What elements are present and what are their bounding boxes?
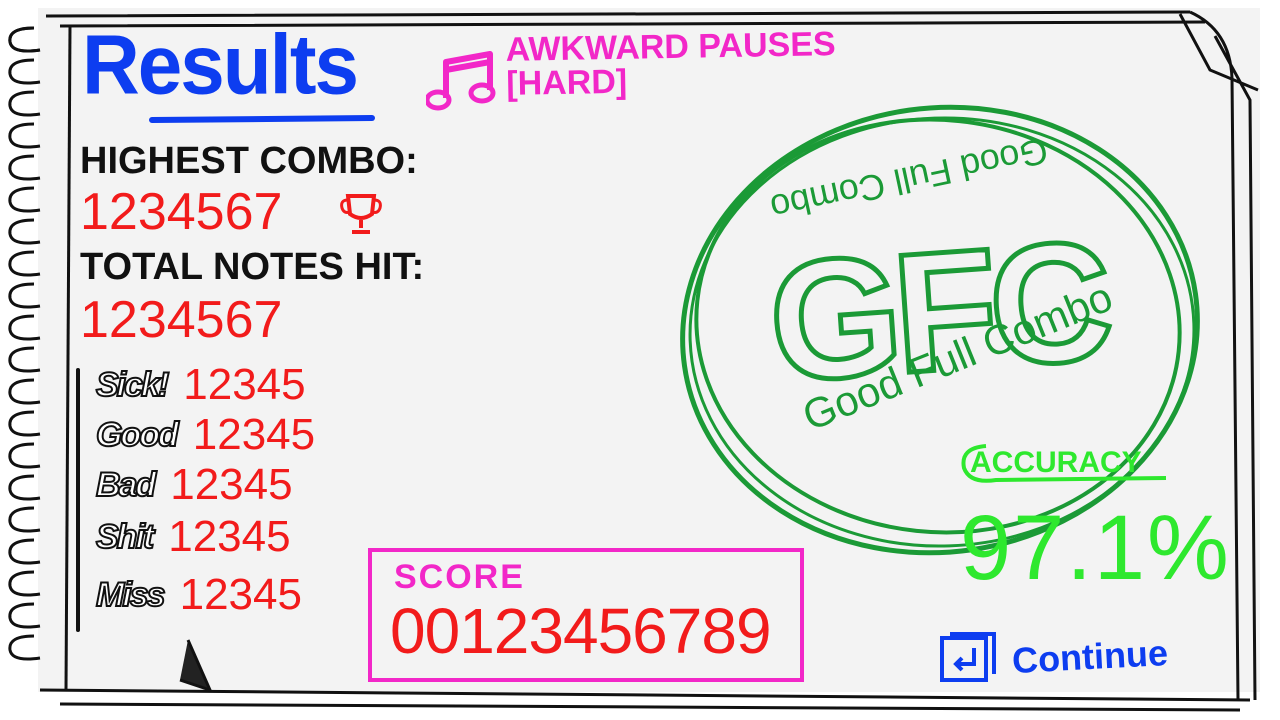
trophy-icon xyxy=(340,194,382,234)
song-difficulty: [Hard] xyxy=(505,62,628,103)
notebook-spiral xyxy=(8,26,42,661)
judgement-value: 12345 xyxy=(170,460,293,509)
total-notes-value: 1234567 xyxy=(80,291,283,349)
music-note-icon xyxy=(426,51,496,111)
judgement-label: Miss xyxy=(95,575,167,615)
continue-button[interactable]: Continue xyxy=(938,622,1169,692)
total-notes-label: Total Notes Hit: xyxy=(80,246,425,288)
highest-combo-value: 1234567 xyxy=(80,183,283,241)
highest-combo-label: Highest Combo: xyxy=(80,140,418,182)
title-underline xyxy=(149,115,375,123)
judgement-row-shit: Shit 12345 xyxy=(95,512,291,562)
song-info: Awkward Pauses [Hard] xyxy=(505,25,836,103)
judgement-value: 12345 xyxy=(179,570,302,619)
judgement-row-bad: Bad 12345 xyxy=(95,460,293,510)
judgement-value: 12345 xyxy=(183,360,306,409)
judgement-label: Good xyxy=(95,415,180,455)
judgement-value: 12345 xyxy=(168,512,291,561)
judgement-row-miss: Miss 12345 xyxy=(95,570,302,620)
results-title: Results xyxy=(82,17,359,112)
enter-key-icon xyxy=(940,632,996,682)
judgement-divider xyxy=(76,368,80,632)
judgement-row-sick: Sick! 12345 xyxy=(95,360,306,410)
accuracy-label: Accuracy xyxy=(970,446,1142,479)
accuracy-value: 97.1% xyxy=(960,497,1231,599)
score-label: Score xyxy=(394,558,525,596)
judgement-row-good: Good 12345 xyxy=(95,410,316,460)
judgement-label: Sick! xyxy=(95,365,170,405)
judgement-label: Shit xyxy=(95,517,155,557)
continue-label: Continue xyxy=(1011,631,1169,682)
judgement-value: 12345 xyxy=(192,410,316,459)
judgement-label: Bad xyxy=(95,465,157,505)
song-name: Awkward Pauses xyxy=(505,25,836,69)
score-value: 00123456789 xyxy=(390,595,772,667)
